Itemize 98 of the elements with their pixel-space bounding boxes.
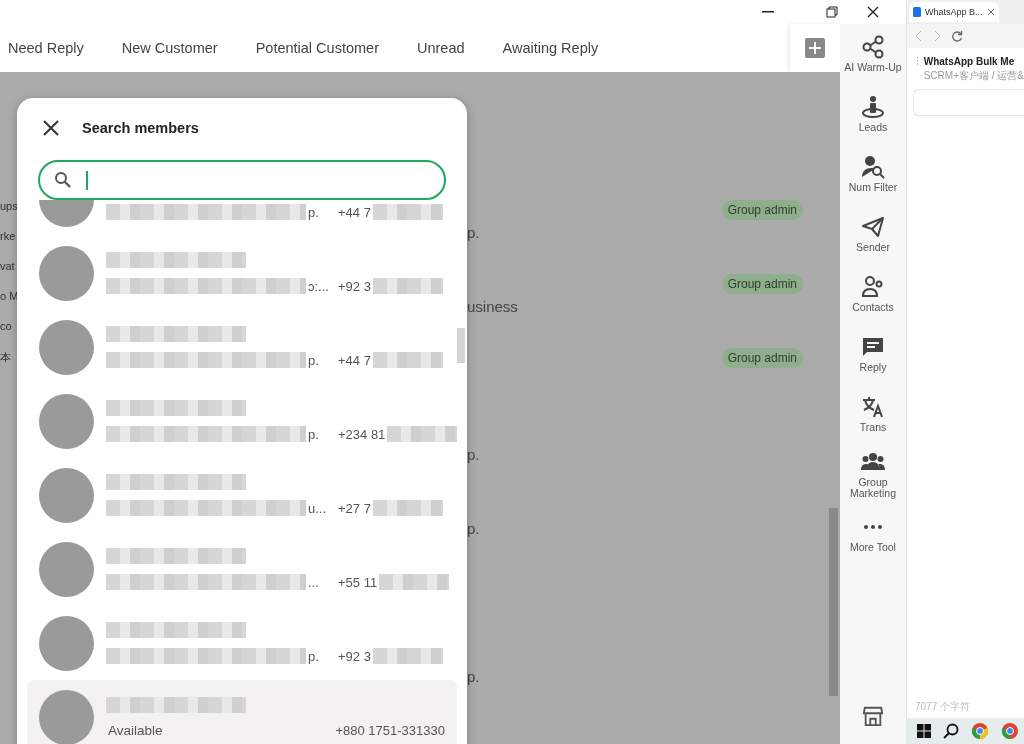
pixelated-text (379, 574, 450, 590)
member-row[interactable]: p. +44 7 (27, 310, 457, 384)
chat-icon (861, 335, 885, 359)
background-text: vat (0, 260, 16, 274)
restore-icon (826, 6, 838, 18)
group-admin-badge: Group admin (721, 200, 803, 220)
background-text: p. (467, 668, 481, 685)
avatar-placeholder (39, 689, 94, 744)
background-text: co (0, 320, 13, 334)
scrollbar-thumb[interactable] (829, 508, 838, 696)
refresh-button[interactable] (951, 30, 963, 42)
search-icon (54, 171, 72, 189)
browser-app-icon[interactable] (971, 722, 989, 740)
send-icon (861, 215, 885, 239)
sidebar-tool[interactable]: Group Marketing (840, 444, 906, 504)
background-text: usiness (467, 298, 519, 315)
pixelated-text (372, 352, 443, 368)
member-about: p. (308, 648, 320, 664)
member-row[interactable]: p. +92 3 (27, 606, 457, 680)
member-phone: +234 81 (338, 426, 386, 442)
avatar-placeholder (39, 615, 94, 671)
sidebar-tool[interactable]: Contacts (840, 264, 906, 324)
document-title: WhatsApp Bulk Me (923, 56, 1016, 67)
background-text: p. (467, 520, 481, 537)
member-about: p. (308, 352, 320, 368)
background-text: o M (0, 290, 17, 304)
sidebar-tool[interactable]: Sender (840, 204, 906, 264)
member-phone: +44 7 (338, 204, 371, 220)
member-phone: +92 3 (338, 278, 371, 294)
member-phone: +27 7 (338, 500, 371, 516)
filter-tab[interactable]: Need Reply (0, 24, 103, 72)
share-icon (861, 35, 885, 59)
background-text: p. (467, 446, 481, 463)
add-tab-button[interactable] (790, 24, 840, 72)
background-text: rke (0, 230, 17, 244)
member-row[interactable]: Available +880 1751-331330 (27, 680, 457, 744)
member-status: Available (108, 722, 163, 738)
member-phone: +92 3 (338, 648, 371, 664)
person-search-icon (861, 155, 885, 179)
translate-icon (861, 395, 885, 419)
member-row[interactable]: ... +55 11 (27, 532, 457, 606)
background-text: 本 (0, 350, 12, 365)
browser-tab[interactable]: WhatsApp B... (909, 2, 999, 22)
pixelated-text (372, 204, 443, 220)
person-pin-icon (861, 95, 885, 119)
dialog-title: Search members (82, 120, 199, 136)
minimize-icon (762, 11, 774, 13)
close-icon (867, 6, 879, 18)
pixelated-text (372, 500, 443, 516)
avatar-placeholder (39, 541, 94, 597)
background-text: ups (0, 200, 17, 214)
filter-tab[interactable]: Potential Customer (236, 24, 398, 72)
member-row[interactable]: p. +234 81 (27, 384, 457, 458)
member-about: p. (308, 426, 320, 442)
sidebar-tool[interactable]: Trans (840, 384, 906, 444)
member-about: ... (308, 574, 320, 590)
member-row[interactable]: u... +27 7 (27, 458, 457, 532)
text-cursor (86, 170, 88, 190)
group-admin-badge: Group admin (721, 274, 803, 294)
sidebar-tool[interactable]: More Tool (840, 504, 906, 564)
avatar-placeholder (39, 467, 94, 523)
sidebar-tool[interactable]: AI Warm-Up (840, 24, 906, 84)
member-phone: +44 7 (338, 352, 371, 368)
close-icon (41, 118, 61, 138)
browser-app-icon[interactable] (1001, 722, 1019, 740)
group-admin-badge: Group admin (721, 348, 803, 368)
close-icon[interactable] (986, 8, 995, 16)
document-icon (913, 7, 921, 17)
search-button[interactable] (943, 723, 959, 739)
close-button[interactable] (41, 118, 61, 138)
avatar-placeholder (39, 393, 94, 449)
plus-icon (805, 38, 825, 58)
avatar-placeholder (39, 319, 94, 375)
sidebar-tool[interactable]: Reply (840, 324, 906, 384)
pixelated-text (372, 648, 443, 664)
member-about: u... (308, 500, 328, 516)
pixelated-text (372, 278, 443, 294)
sidebar-tool[interactable]: Num Filter (840, 144, 906, 204)
more-icon (863, 524, 883, 530)
member-row[interactable]: ɔ:... +92 3 (27, 236, 457, 310)
breadcrumb: SCRM+客户端 / 运营& (923, 69, 1024, 83)
filter-tab[interactable]: Unread (397, 24, 484, 72)
filter-tab[interactable]: Awaiting Reply (483, 24, 618, 72)
start-button[interactable] (917, 724, 931, 738)
avatar-placeholder (39, 245, 94, 301)
pixelated-text (387, 426, 458, 442)
member-about: ɔ:... (308, 278, 330, 294)
member-phone: +880 1751-331330 (335, 722, 445, 738)
member-row[interactable]: p. +44 7 (27, 200, 457, 236)
search-field[interactable] (38, 160, 446, 200)
member-phone: +55 11 (338, 574, 378, 590)
background-text: p. (467, 224, 481, 241)
member-about: p. (308, 204, 320, 220)
scrollbar-thumb[interactable] (457, 328, 465, 363)
sidebar-tool[interactable]: Leads (840, 84, 906, 144)
contacts-icon (861, 275, 885, 299)
store-icon (862, 705, 884, 727)
filter-tab[interactable]: New Customer (102, 24, 237, 72)
